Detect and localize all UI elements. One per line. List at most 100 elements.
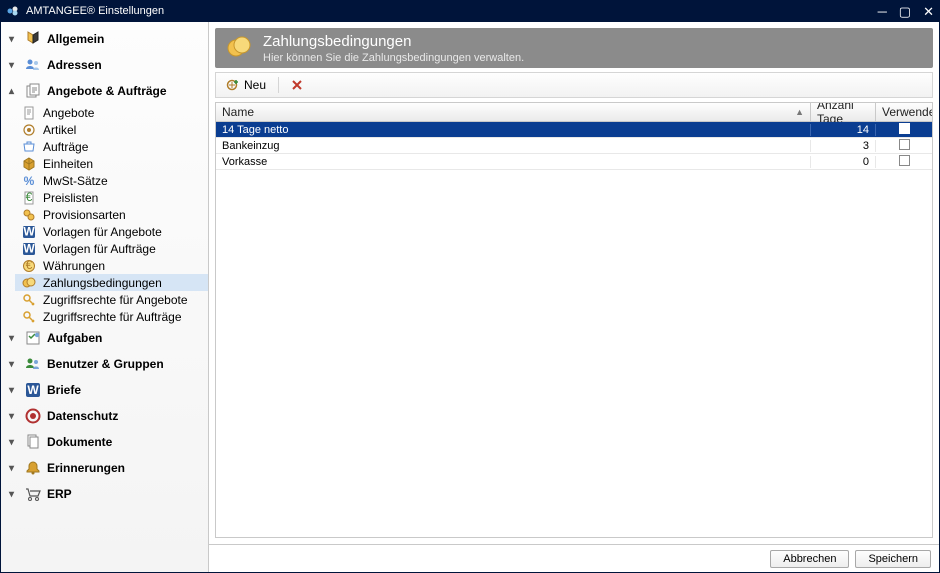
delete-button[interactable]: [287, 77, 307, 93]
grid-body: 14 Tage netto14Bankeinzug3Vorkasse0: [216, 122, 932, 537]
nav-item-w-hrungen[interactable]: € Währungen: [15, 257, 208, 274]
table-row[interactable]: 14 Tage netto14: [216, 122, 932, 138]
nav-group-briefe[interactable]: ▾WBriefe: [1, 377, 208, 403]
cell-days: 3: [811, 140, 876, 152]
nav-item-label: Währungen: [43, 259, 105, 273]
nav-group-label: Briefe: [47, 383, 81, 397]
arrow-down-icon: ▾: [9, 333, 21, 344]
documents-icon: [25, 434, 41, 450]
column-header-used[interactable]: Verwendet: [876, 103, 932, 121]
nav-item-angebote[interactable]: Angebote: [15, 104, 208, 121]
nav-item-vorlagen-f-r-auftr-ge[interactable]: WVorlagen für Aufträge: [15, 240, 208, 257]
currency-icon: €: [21, 258, 37, 274]
nav-group-angebote-auftr-ge[interactable]: ▴Angebote & Aufträge: [1, 78, 208, 104]
article-icon: [21, 122, 37, 138]
nav-group-benutzer-gruppen[interactable]: ▾ Benutzer & Gruppen: [1, 351, 208, 377]
grid-header: Name ▲ Anzahl Tage Verwendet: [216, 103, 932, 122]
nav-item-einheiten[interactable]: Einheiten: [15, 155, 208, 172]
word-icon: W: [21, 224, 37, 240]
addresses-icon: [25, 57, 41, 73]
privacy-icon: [25, 408, 41, 424]
cell-used: [876, 139, 932, 153]
nav-group-label: Benutzer & Gruppen: [47, 357, 164, 371]
nav-group-dokumente[interactable]: ▾Dokumente: [1, 429, 208, 455]
arrow-up-icon: ▴: [9, 86, 21, 97]
nav-item-label: Einheiten: [43, 157, 93, 171]
arrow-down-icon: ▾: [9, 411, 21, 422]
column-header-days[interactable]: Anzahl Tage: [811, 103, 876, 121]
cell-used: [876, 123, 932, 137]
cell-days: 0: [811, 156, 876, 168]
nav-item-label: Aufträge: [43, 140, 88, 154]
new-button[interactable]: Neu: [222, 76, 270, 94]
nav-item-zugriffsrechte-f-r-angebote[interactable]: Zugriffsrechte für Angebote: [15, 291, 208, 308]
toolbar: Neu: [215, 72, 933, 98]
checkbox-icon[interactable]: [899, 155, 910, 166]
order-icon: [21, 139, 37, 155]
save-button[interactable]: Speichern: [855, 550, 931, 568]
nav-group-label: Adressen: [47, 58, 102, 72]
arrow-down-icon: ▾: [9, 359, 21, 370]
svg-text:€: €: [26, 259, 33, 272]
table-row[interactable]: Vorkasse0: [216, 154, 932, 170]
gear-plus-icon: [226, 78, 240, 92]
nav-group-erp[interactable]: ▾ERP: [1, 481, 208, 507]
sidebar: ▾Allgemein▾Adressen▴Angebote & AufträgeA…: [1, 22, 209, 572]
sort-asc-icon: ▲: [795, 107, 804, 117]
settings-window: AMTANGEE® Einstellungen ─ ▢ ✕ ▾ Allgemein…: [0, 0, 940, 573]
new-button-label: Neu: [244, 78, 266, 92]
column-header-name[interactable]: Name ▲: [216, 103, 811, 121]
nav-item-zugriffsrechte-f-r-auftr-ge[interactable]: Zugriffsrechte für Aufträge: [15, 308, 208, 325]
nav-group-label: Allgemein: [47, 32, 104, 46]
cell-used: [876, 155, 932, 169]
nav-item-label: Zugriffsrechte für Aufträge: [43, 310, 182, 324]
checkbox-icon[interactable]: [899, 123, 910, 134]
offers-icon: [25, 83, 41, 99]
close-button[interactable]: ✕: [923, 5, 934, 18]
payment-banner-icon: [225, 34, 253, 62]
arrow-down-icon: ▾: [9, 463, 21, 474]
nav-item-label: MwSt-Sätze: [43, 174, 108, 188]
nav-item-artikel[interactable]: Artikel: [15, 121, 208, 138]
percent-icon: %: [21, 173, 37, 189]
banner-subtitle: Hier können Sie die Zahlungsbedingungen …: [263, 52, 524, 64]
nav-item-label: Provisionsarten: [43, 208, 126, 222]
checkbox-icon[interactable]: [899, 139, 910, 150]
users-icon: [25, 356, 41, 372]
footer: Abbrechen Speichern: [209, 544, 939, 572]
tasks-icon: [25, 330, 41, 346]
minimize-button[interactable]: ─: [878, 5, 887, 18]
cube-icon: [21, 156, 37, 172]
cell-name: Bankeinzug: [216, 140, 811, 152]
svg-text:W: W: [23, 242, 35, 256]
window-title: AMTANGEE® Einstellungen: [26, 5, 878, 17]
nav-item-vorlagen-f-r-angebote[interactable]: WVorlagen für Angebote: [15, 223, 208, 240]
table-row[interactable]: Bankeinzug3: [216, 138, 932, 154]
nav-item-mwst-s-tze[interactable]: % MwSt-Sätze: [15, 172, 208, 189]
pricelist-icon: €: [21, 190, 37, 206]
nav-group-allgemein[interactable]: ▾ Allgemein: [1, 26, 208, 52]
cancel-button[interactable]: Abbrechen: [770, 550, 849, 568]
nav-item-preislisten[interactable]: €Preislisten: [15, 189, 208, 206]
nav-group-adressen[interactable]: ▾ Adressen: [1, 52, 208, 78]
erp-icon: [25, 486, 41, 502]
nav-item-label: Zugriffsrechte für Angebote: [43, 293, 188, 307]
nav-group-aufgaben[interactable]: ▾Aufgaben: [1, 325, 208, 351]
arrow-down-icon: ▾: [9, 489, 21, 500]
payment-icon: [21, 275, 37, 291]
nav-item-auftr-ge[interactable]: Aufträge: [15, 138, 208, 155]
delete-icon: [291, 79, 303, 91]
arrow-down-icon: ▾: [9, 60, 21, 71]
nav-group-erinnerungen[interactable]: ▾Erinnerungen: [1, 455, 208, 481]
nav-item-provisionsarten[interactable]: Provisionsarten: [15, 206, 208, 223]
reminders-icon: [25, 460, 41, 476]
nav-group-datenschutz[interactable]: ▾Datenschutz: [1, 403, 208, 429]
maximize-button[interactable]: ▢: [899, 5, 911, 18]
data-grid: Name ▲ Anzahl Tage Verwendet 14 Tage net…: [215, 102, 933, 538]
main-panel: Zahlungsbedingungen Hier können Sie die …: [209, 22, 939, 572]
svg-text:€: €: [26, 191, 33, 204]
svg-text:W: W: [23, 225, 35, 239]
nav-item-zahlungsbedingungen[interactable]: Zahlungsbedingungen: [15, 274, 208, 291]
arrow-down-icon: ▾: [9, 34, 21, 45]
nav-item-label: Zahlungsbedingungen: [43, 276, 162, 290]
